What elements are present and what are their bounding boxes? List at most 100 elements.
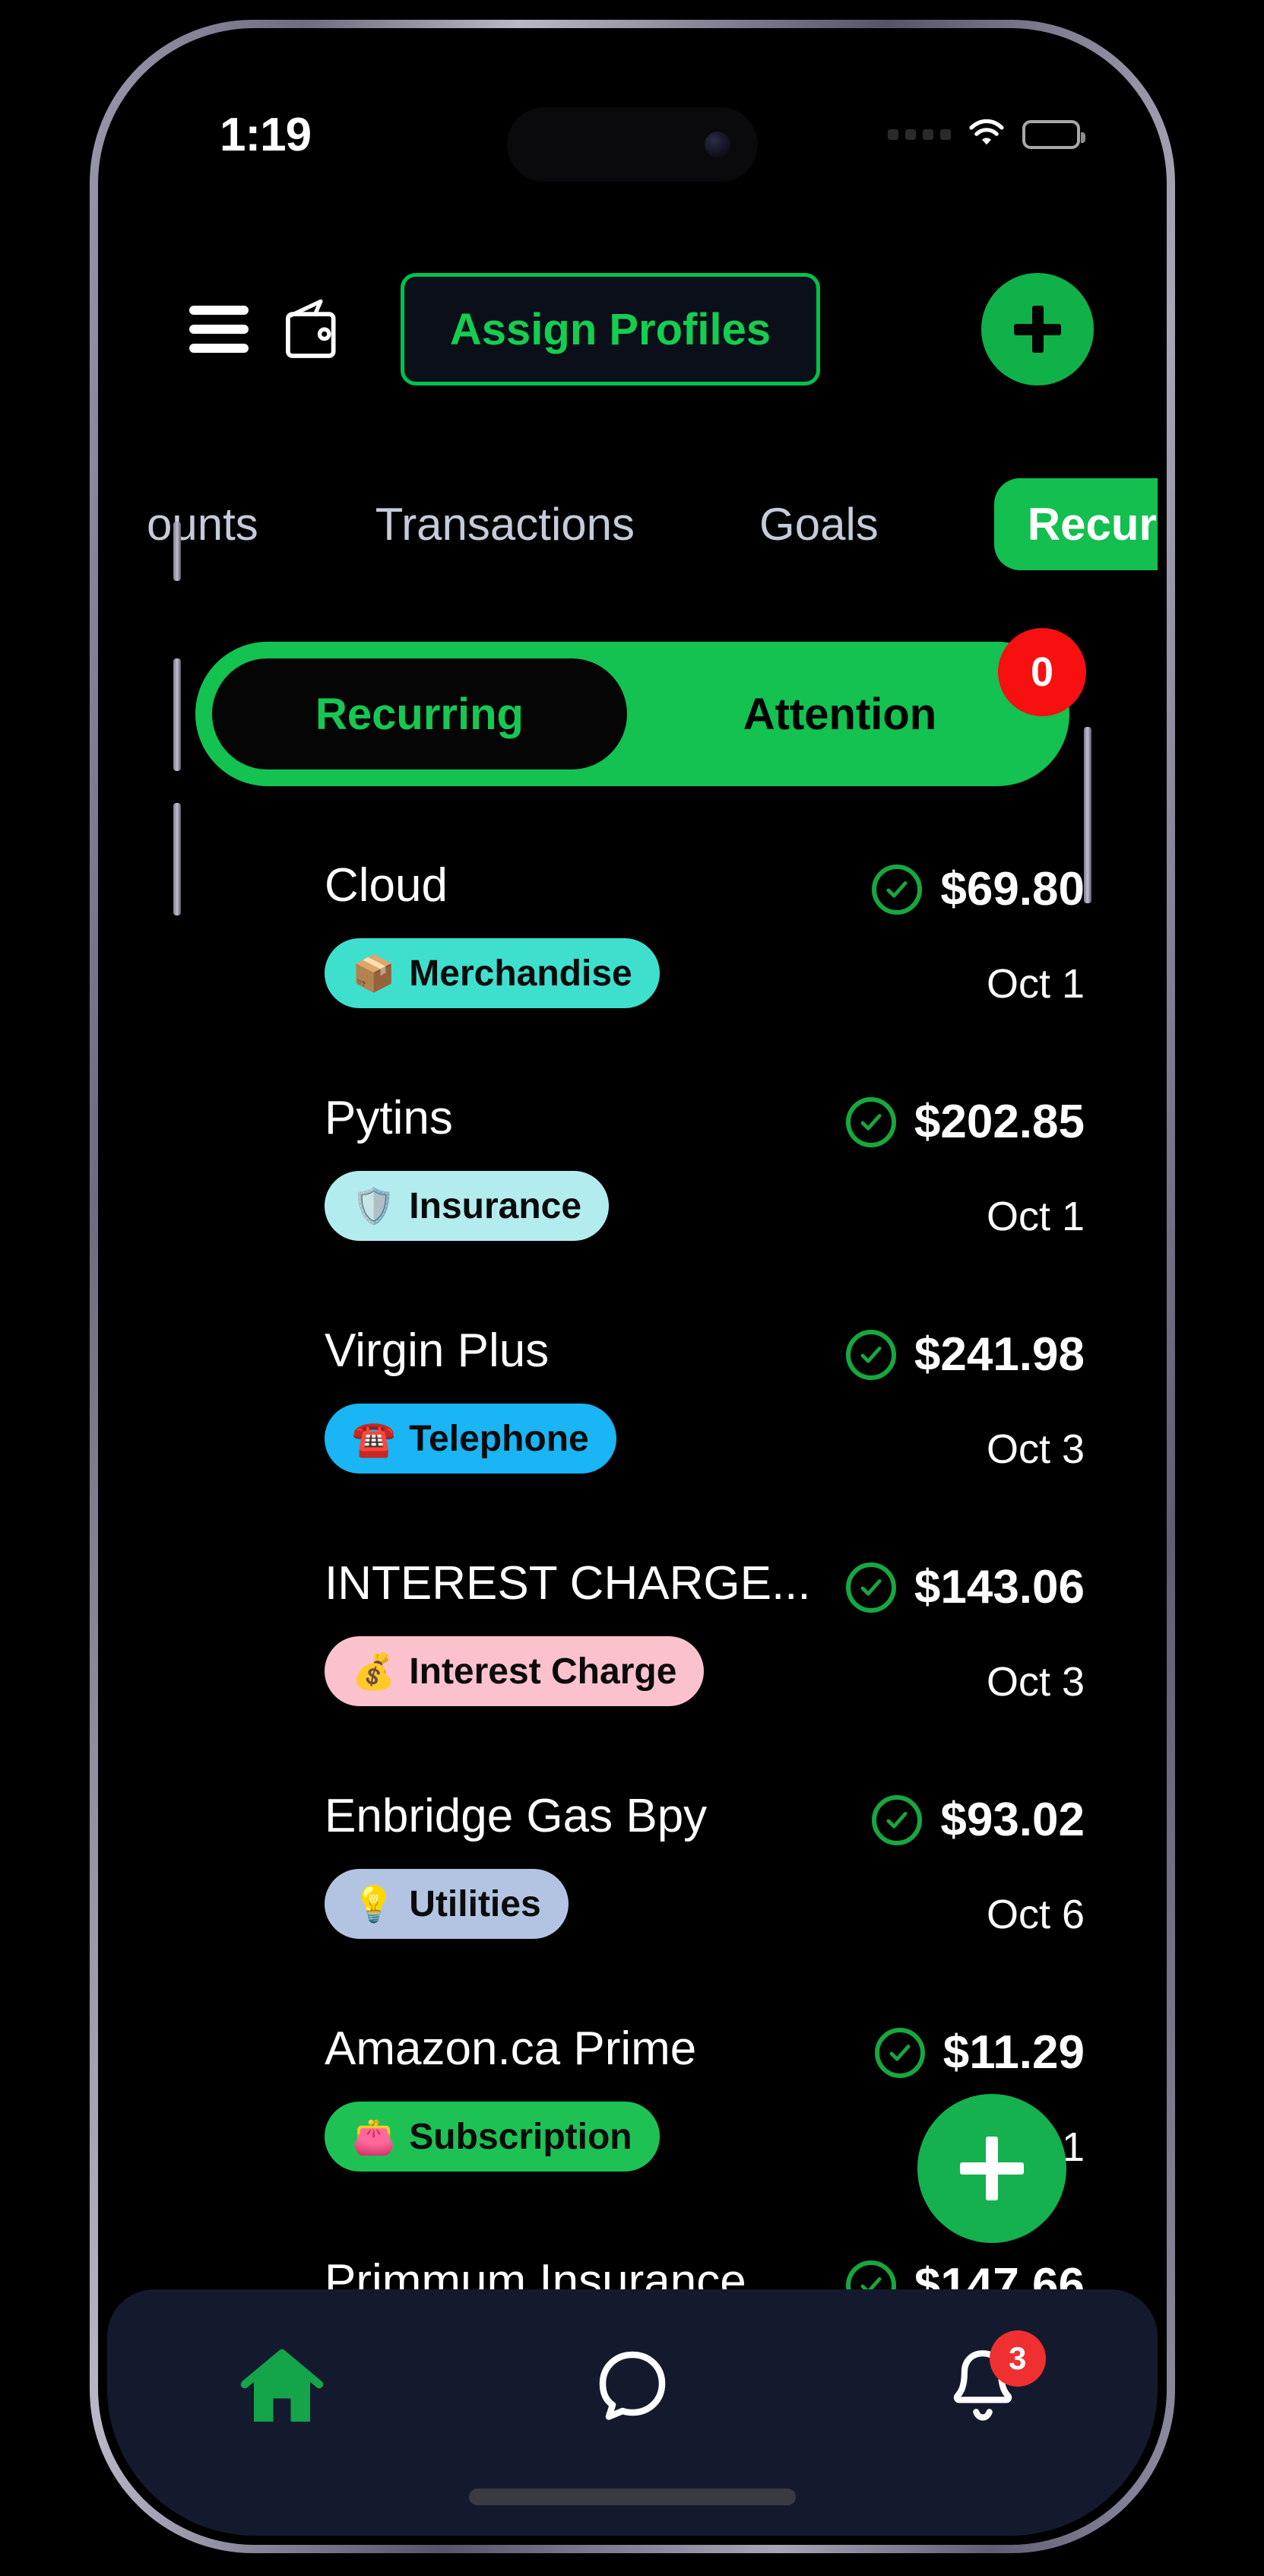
recurring-row[interactable]: Pytins 🛡️ Insurance $202.85 Oct 1: [325, 1095, 1085, 1328]
check-circle-icon[interactable]: [874, 2027, 925, 2078]
due-date: Oct 6: [986, 1892, 1085, 1937]
merchant-name: Cloud: [325, 859, 448, 912]
tab-goals[interactable]: Goals: [759, 498, 879, 550]
nav-item-chat[interactable]: [575, 2340, 689, 2438]
row-left: Virgin Plus ☎️ Telephone: [325, 1328, 616, 1474]
merchant-name: Virgin Plus: [325, 1324, 550, 1377]
front-camera-icon: [705, 132, 730, 157]
category-label: Merchandise: [409, 953, 632, 994]
phone-frame: 1:19 Assign Profiles ounts Transactions …: [90, 20, 1175, 2553]
add-recurring-fab[interactable]: [917, 2094, 1066, 2243]
hamburger-menu-icon[interactable]: [189, 306, 249, 353]
check-circle-icon[interactable]: [872, 864, 923, 915]
phone-screen: 1:19 Assign Profiles ounts Transactions …: [107, 37, 1158, 2536]
battery-full-icon: [1022, 120, 1085, 149]
category-tag[interactable]: ☎️ Telephone: [325, 1404, 616, 1474]
row-right: $93.02 Oct 6: [872, 1793, 1085, 1938]
category-emoji-icon: 💰: [352, 1651, 396, 1691]
tab-recurring[interactable]: Recurring: [993, 477, 1158, 570]
row-right: $143.06 Oct 3: [845, 1560, 1085, 1705]
merchant-name: Amazon.ca Prime: [325, 2022, 697, 2075]
recurring-row[interactable]: Enbridge Gas Bpy 💡 Utilities $93.02 Oct 6: [325, 1793, 1085, 2026]
home-icon: [236, 2346, 328, 2433]
wallet-icon[interactable]: [249, 295, 343, 364]
row-right: $202.85 Oct 1: [845, 1095, 1085, 1240]
category-tag[interactable]: 💡 Utilities: [325, 1869, 569, 1939]
segment-attention[interactable]: Attention: [627, 689, 1053, 740]
assign-profiles-label: Assign Profiles: [449, 304, 771, 354]
plus-icon: [960, 2137, 1024, 2200]
recurring-row[interactable]: INTEREST CHARGE... 💰 Interest Charge $143.0…: [325, 1560, 1085, 1793]
segment-recurring-label: Recurring: [315, 689, 524, 739]
recurring-list: Cloud 📦 Merchandise $69.80 Oct 1 Pytins 🛡️ Insu…: [107, 862, 1158, 2491]
amount-value: $93.02: [940, 1794, 1085, 1846]
volume-down-button[interactable]: [173, 803, 181, 915]
category-emoji-icon: 👛: [352, 2117, 396, 2156]
row-right: $69.80 Oct 1: [872, 862, 1085, 1007]
merchant-name: Pytins: [325, 1092, 453, 1144]
category-label: Interest Charge: [409, 1651, 677, 1692]
row-right: $241.98 Oct 3: [845, 1328, 1085, 1473]
volume-up-button[interactable]: [173, 658, 181, 771]
status-time: 1:19: [220, 108, 312, 161]
nav-item-home[interactable]: [225, 2340, 339, 2438]
cellular-dots-icon: [888, 129, 951, 140]
category-tag[interactable]: 💰 Interest Charge: [325, 1636, 705, 1706]
check-circle-icon[interactable]: [872, 1794, 923, 1845]
row-left: Pytins 🛡️ Insurance: [325, 1092, 610, 1241]
category-tag[interactable]: 🛡️ Insurance: [325, 1171, 610, 1241]
due-date: Oct 3: [986, 1659, 1085, 1705]
phone-bezel: 1:19 Assign Profiles ounts Transactions …: [98, 28, 1167, 2545]
merchant-name: Enbridge Gas Bpy: [325, 1790, 708, 1842]
amount-line: $93.02: [872, 1793, 1085, 1847]
category-emoji-icon: 🛡️: [352, 1186, 396, 1226]
wifi-icon: [968, 118, 1006, 152]
plus-icon: [1014, 306, 1061, 353]
check-circle-icon[interactable]: [845, 1329, 896, 1380]
power-button[interactable]: [1084, 727, 1091, 903]
amount-value: $143.06: [914, 1561, 1085, 1613]
home-indicator: [469, 2489, 796, 2505]
chat-bubble-icon: [590, 2346, 675, 2433]
amount-value: $69.80: [940, 863, 1085, 915]
assign-profiles-button[interactable]: Assign Profiles: [401, 273, 820, 385]
recurring-row[interactable]: Cloud 📦 Merchandise $69.80 Oct 1: [325, 862, 1085, 1095]
segmented-control-wrap: Recurring Attention 0: [107, 628, 1158, 786]
amount-line: $11.29: [874, 2026, 1085, 2080]
top-tab-bar: ounts Transactions Goals Recurring: [107, 467, 1158, 581]
segmented-control: Recurring Attention 0: [195, 628, 1086, 786]
amount-value: $11.29: [942, 2026, 1085, 2079]
due-date: Oct 1: [986, 1194, 1085, 1239]
amount-value: $241.98: [914, 1328, 1085, 1381]
amount-line: $143.06: [845, 1560, 1085, 1614]
due-date: Oct 1: [986, 961, 1085, 1007]
recurring-row[interactable]: Virgin Plus ☎️ Telephone $241.98 Oct 3: [325, 1328, 1085, 1560]
attention-badge: 0: [998, 628, 1086, 716]
notifications-badge: 3: [989, 2330, 1046, 2387]
category-label: Telephone: [409, 1418, 589, 1459]
nav-item-notifications[interactable]: 3: [926, 2330, 1046, 2438]
segment-attention-label: Attention: [743, 689, 937, 739]
segment-recurring[interactable]: Recurring: [212, 658, 627, 769]
tab-accounts[interactable]: ounts: [147, 498, 258, 550]
check-circle-icon[interactable]: [845, 1562, 896, 1613]
tab-transactions[interactable]: Transactions: [375, 498, 635, 550]
check-circle-icon[interactable]: [845, 1096, 896, 1147]
amount-line: $69.80: [872, 862, 1085, 916]
category-label: Subscription: [409, 2116, 632, 2157]
amount-line: $202.85: [845, 1095, 1085, 1149]
category-tag[interactable]: 👛 Subscription: [325, 2102, 660, 2172]
silent-switch[interactable]: [173, 522, 181, 581]
status-indicators: [888, 118, 1085, 152]
category-tag[interactable]: 📦 Merchandise: [325, 938, 660, 1008]
merchant-name: INTEREST CHARGE...: [325, 1557, 811, 1610]
row-left: Amazon.ca Prime 👛 Subscription: [325, 2026, 696, 2172]
attention-badge-count: 0: [1030, 649, 1054, 695]
category-label: Insurance: [409, 1185, 582, 1226]
row-left: Cloud 📦 Merchandise: [325, 862, 660, 1008]
category-emoji-icon: ☎️: [352, 1419, 396, 1458]
app-header: Assign Profiles: [107, 273, 1158, 385]
row-left: Enbridge Gas Bpy 💡 Utilities: [325, 1793, 707, 1939]
add-button-top[interactable]: [981, 273, 1094, 385]
amount-line: $241.98: [845, 1328, 1085, 1382]
